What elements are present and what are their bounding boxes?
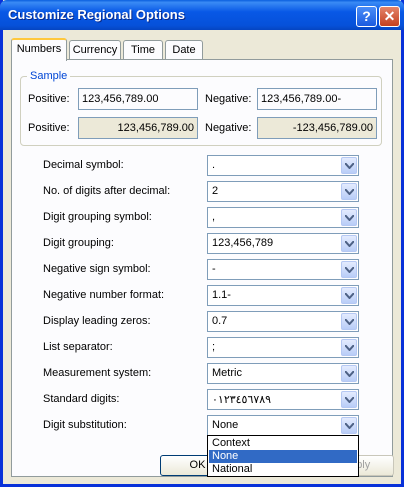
dialog-window: Customize Regional Options ? ✕ Numbers C… xyxy=(0,0,404,487)
positive-sample-field-alt: 123,456,789.00 xyxy=(78,117,198,139)
display-leading-zeros-combo[interactable]: 0.7 xyxy=(207,311,359,332)
tab-currency[interactable]: Currency xyxy=(69,40,121,60)
list-separator-value: ; xyxy=(212,341,216,353)
tab-label: Date xyxy=(172,44,196,56)
negative-label: Negative: xyxy=(205,93,252,105)
digit-grouping-symbol-value: , xyxy=(212,211,216,223)
digit-substitution-value: None xyxy=(212,419,239,431)
chevron-down-icon[interactable] xyxy=(341,365,357,382)
measurement-system-label: Measurement system: xyxy=(43,367,152,379)
digits-after-decimal-label: No. of digits after decimal: xyxy=(43,185,171,197)
negative-number-format-combo[interactable]: 1.1- xyxy=(207,285,359,306)
negative-number-format-value: 1.1- xyxy=(212,289,231,301)
digit-substitution-dropdown: Context None National xyxy=(207,435,359,477)
chevron-down-icon[interactable] xyxy=(341,235,357,252)
chevron-down-icon[interactable] xyxy=(341,391,357,408)
chevron-down-icon[interactable] xyxy=(341,209,357,226)
negative-sign-symbol-label: Negative sign symbol: xyxy=(43,263,151,275)
digit-substitution-label: Digit substitution: xyxy=(43,419,127,431)
standard-digits-value: ٠١٢٣٤٥٦٧٨٩ xyxy=(212,394,272,406)
close-icon: ✕ xyxy=(383,8,396,24)
measurement-system-value: Metric xyxy=(212,367,242,379)
help-button[interactable]: ? xyxy=(356,6,377,27)
decimal-symbol-combo[interactable]: . xyxy=(207,155,359,176)
positive-sample-value: 123,456,789.00 xyxy=(82,93,159,105)
digit-grouping-label: Digit grouping: xyxy=(43,237,114,249)
tab-label: Numbers xyxy=(16,43,62,55)
digits-after-decimal-value: 2 xyxy=(212,185,219,197)
dropdown-option-context[interactable]: Context xyxy=(209,437,357,450)
help-icon: ? xyxy=(362,8,371,24)
positive-label-alt: Positive: xyxy=(28,122,70,134)
negative-sign-symbol-value: - xyxy=(212,263,216,275)
dropdown-option-national[interactable]: National xyxy=(209,463,357,476)
digit-grouping-combo[interactable]: 123,456,789 xyxy=(207,233,359,254)
positive-sample-value-alt: 123,456,789.00 xyxy=(117,122,194,134)
display-leading-zeros-value: 0.7 xyxy=(212,315,228,327)
ok-button-label: OK xyxy=(189,459,206,471)
window-title: Customize Regional Options xyxy=(8,7,185,22)
measurement-system-combo[interactable]: Metric xyxy=(207,363,359,384)
dropdown-option-label: None xyxy=(212,450,239,462)
tab-date[interactable]: Date xyxy=(165,40,203,60)
tab-time[interactable]: Time xyxy=(123,40,163,60)
tab-label: Currency xyxy=(72,44,118,56)
decimal-symbol-label: Decimal symbol: xyxy=(43,159,124,171)
list-separator-label: List separator: xyxy=(43,341,113,353)
digits-after-decimal-combo[interactable]: 2 xyxy=(207,181,359,202)
chevron-down-icon[interactable] xyxy=(341,339,357,356)
negative-label-alt: Negative: xyxy=(205,122,252,134)
negative-sample-field-alt: -123,456,789.00 xyxy=(257,117,377,139)
tab-numbers[interactable]: Numbers xyxy=(11,38,67,61)
chevron-down-icon[interactable] xyxy=(341,261,357,278)
dropdown-option-none[interactable]: None xyxy=(209,450,357,463)
chevron-down-icon[interactable] xyxy=(341,183,357,200)
chevron-down-icon[interactable] xyxy=(341,313,357,330)
dropdown-option-label: Context xyxy=(212,437,250,449)
list-separator-combo[interactable]: ; xyxy=(207,337,359,358)
decimal-symbol-value: . xyxy=(212,159,216,171)
close-button[interactable]: ✕ xyxy=(379,6,400,27)
negative-number-format-label: Negative number format: xyxy=(43,289,165,301)
display-leading-zeros-label: Display leading zeros: xyxy=(43,315,151,327)
negative-sample-value-alt: -123,456,789.00 xyxy=(292,122,373,134)
dropdown-option-label: National xyxy=(212,463,253,475)
positive-sample-field: 123,456,789.00 xyxy=(78,88,198,110)
digit-grouping-symbol-label: Digit grouping symbol: xyxy=(43,211,152,223)
digit-substitution-combo[interactable]: None xyxy=(207,415,359,436)
sample-group-label: Sample xyxy=(27,70,71,82)
chevron-down-icon[interactable] xyxy=(341,287,357,304)
title-bar[interactable]: Customize Regional Options ? ✕ xyxy=(0,0,404,30)
digit-grouping-value: 123,456,789 xyxy=(212,237,274,249)
chevron-down-icon[interactable] xyxy=(341,157,357,174)
digit-grouping-symbol-combo[interactable]: , xyxy=(207,207,359,228)
standard-digits-combo[interactable]: ٠١٢٣٤٥٦٧٨٩ xyxy=(207,389,359,410)
positive-label: Positive: xyxy=(28,93,70,105)
chevron-down-icon[interactable] xyxy=(341,417,357,434)
tab-label: Time xyxy=(130,44,156,56)
negative-sample-value: 123,456,789.00- xyxy=(261,93,342,105)
negative-sample-field: 123,456,789.00- xyxy=(257,88,377,110)
standard-digits-label: Standard digits: xyxy=(43,393,120,405)
negative-sign-symbol-combo[interactable]: - xyxy=(207,259,359,280)
